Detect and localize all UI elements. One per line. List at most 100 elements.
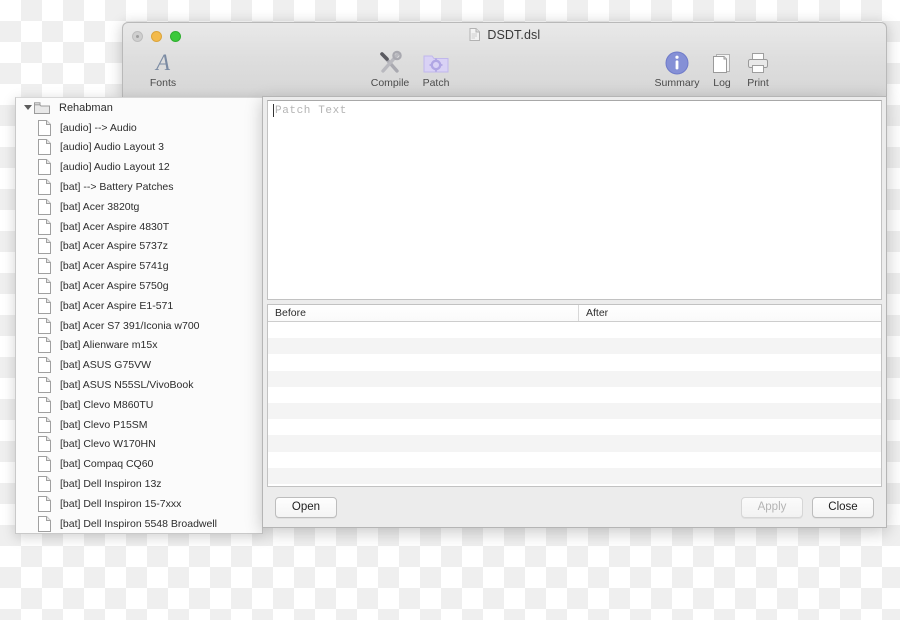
file-list-item[interactable]: [bat] Acer Aspire 5741g: [16, 256, 262, 276]
file-list-item[interactable]: [bat] Acer Aspire E1-571: [16, 296, 262, 316]
table-row[interactable]: [268, 483, 881, 486]
window-title: DSDT.dsl: [123, 28, 886, 44]
file-list-item[interactable]: [audio] Audio Layout 3: [16, 138, 262, 158]
file-list-item-label: [bat] ASUS N55SL/VivoBook: [60, 379, 194, 392]
document-icon: [38, 198, 54, 215]
table-cell-after: [578, 354, 881, 370]
file-list-item[interactable]: [bat] Dell Inspiron 13z: [16, 474, 262, 494]
document-icon: [38, 416, 54, 433]
table-cell-after: [578, 484, 881, 486]
table-row[interactable]: [268, 467, 881, 484]
apply-button[interactable]: Apply: [741, 496, 803, 518]
file-list-item[interactable]: [bat] ASUS N55SL/VivoBook: [16, 375, 262, 395]
file-list-item[interactable]: [audio] Audio Layout 12: [16, 157, 262, 177]
file-list-item-label: [bat] Dell Inspiron 13z: [60, 478, 162, 491]
open-button[interactable]: Open: [275, 496, 337, 518]
file-list-item[interactable]: [bat] Clevo M860TU: [16, 395, 262, 415]
file-list-item-label: [audio] Audio Layout 12: [60, 161, 170, 174]
table-cell-before: [268, 468, 578, 484]
file-list-item-label: [bat] Clevo M860TU: [60, 398, 154, 411]
table-row[interactable]: [268, 370, 881, 387]
file-list-item-label: [bat] Acer S7 391/Iconia w700: [60, 319, 200, 332]
table-cell-after: [578, 452, 881, 468]
window-title-text: DSDT.dsl: [487, 28, 541, 42]
toolbar-button-print[interactable]: Print: [731, 49, 785, 89]
document-icon: [38, 317, 54, 334]
document-icon: [38, 377, 54, 394]
file-list-item[interactable]: [bat] --> Battery Patches: [16, 177, 262, 197]
file-list-item-label: [audio] Audio Layout 3: [60, 141, 164, 154]
table-cell-after: [578, 468, 881, 484]
table-cell-after: [578, 371, 881, 387]
letter-a-icon: A: [155, 50, 171, 75]
file-list-item[interactable]: [bat] Dell Inspiron 15-7xxx: [16, 494, 262, 514]
folder-icon: [34, 102, 52, 114]
document-icon: [38, 436, 54, 453]
document-icon: [38, 396, 54, 413]
file-list-item-label: [bat] Dell Inspiron 5548 Broadwell: [60, 517, 218, 530]
toolbar-label-fonts: Fonts: [149, 77, 177, 89]
table-header-row: Before After: [268, 305, 881, 322]
file-list-item-label: [bat] Alienware m15x: [60, 339, 158, 352]
file-list-item[interactable]: [bat] ASUS G75VW: [16, 355, 262, 375]
file-list-item[interactable]: [bat] Acer 3820tg: [16, 197, 262, 217]
patch-dialog: Patch Text Before After Open Apply Close: [262, 96, 887, 528]
file-list-item[interactable]: [bat] Acer Aspire 4830T: [16, 217, 262, 237]
dialog-footer: Open Apply Close: [263, 487, 886, 527]
table-cell-before: [268, 371, 578, 387]
table-row[interactable]: [268, 402, 881, 420]
column-header-after[interactable]: After: [578, 305, 881, 321]
file-list-item-label: [bat] Dell Inspiron 15-7xxx: [60, 497, 182, 510]
document-icon: [38, 278, 54, 295]
file-list-item[interactable]: [bat] Acer Aspire 5750g: [16, 276, 262, 296]
document-icon: [38, 495, 54, 512]
file-list[interactable]: Rehabman [audio] --> Audio [audio] Audio …: [16, 98, 262, 533]
table-row[interactable]: [268, 354, 881, 371]
printer-icon: [731, 49, 785, 76]
table-body[interactable]: [268, 322, 881, 486]
document-icon: [38, 139, 54, 156]
table-row[interactable]: [268, 419, 881, 436]
table-row[interactable]: [268, 435, 881, 452]
table-cell-before: [268, 322, 578, 338]
table-row[interactable]: [268, 322, 881, 339]
table-row[interactable]: [268, 386, 881, 403]
table-row[interactable]: [268, 338, 881, 355]
document-icon: [38, 238, 54, 255]
file-list-item-label: [bat] Acer Aspire 4830T: [60, 220, 170, 233]
toolbar-label-print: Print: [747, 77, 769, 89]
table-cell-after: [578, 403, 881, 419]
close-button[interactable]: Close: [812, 496, 874, 518]
column-header-before[interactable]: Before: [268, 305, 578, 321]
file-list-item[interactable]: [bat] Acer Aspire 5737z: [16, 237, 262, 257]
file-list-item[interactable]: [bat] Clevo W170HN: [16, 435, 262, 455]
toolbar-label-patch: Patch: [422, 77, 450, 89]
patch-text-input[interactable]: Patch Text: [267, 100, 882, 300]
table-cell-before: [268, 403, 578, 419]
window-titlebar[interactable]: DSDT.dsl: [123, 23, 886, 49]
toolbar-button-fonts[interactable]: A Fonts: [136, 49, 190, 89]
file-list-item[interactable]: [bat] Clevo P15SM: [16, 415, 262, 435]
table-cell-after: [578, 338, 881, 354]
table-row[interactable]: [268, 451, 881, 468]
file-list-item[interactable]: [audio] --> Audio: [16, 118, 262, 138]
document-icon: [38, 159, 54, 176]
file-list-item[interactable]: [bat] Compaq CQ60: [16, 454, 262, 474]
file-tree-root[interactable]: Rehabman: [16, 98, 262, 118]
file-browser-panel: Rehabman [audio] --> Audio [audio] Audio …: [15, 97, 263, 534]
toolbar-button-patch[interactable]: Patch: [409, 49, 463, 89]
document-icon: [38, 337, 54, 354]
table-cell-after: [578, 387, 881, 403]
file-list-item[interactable]: [bat] Alienware m15x: [16, 336, 262, 356]
main-toolbar: A Fonts Compile Patch Summary Log Print: [123, 49, 886, 98]
document-icon: [38, 258, 54, 275]
file-list-item-label: [bat] Clevo W170HN: [60, 438, 156, 451]
file-list-item[interactable]: [bat] Acer S7 391/Iconia w700: [16, 316, 262, 336]
patch-text-placeholder: Patch Text: [275, 105, 348, 117]
document-icon: [38, 476, 54, 493]
document-icon: [469, 28, 480, 44]
file-list-item[interactable]: [bat] Dell Inspiron 5548 Broadwell: [16, 514, 262, 533]
table-cell-before: [268, 452, 578, 468]
file-list-item-label: [audio] --> Audio: [60, 121, 137, 134]
chevron-down-icon[interactable]: [22, 104, 34, 111]
